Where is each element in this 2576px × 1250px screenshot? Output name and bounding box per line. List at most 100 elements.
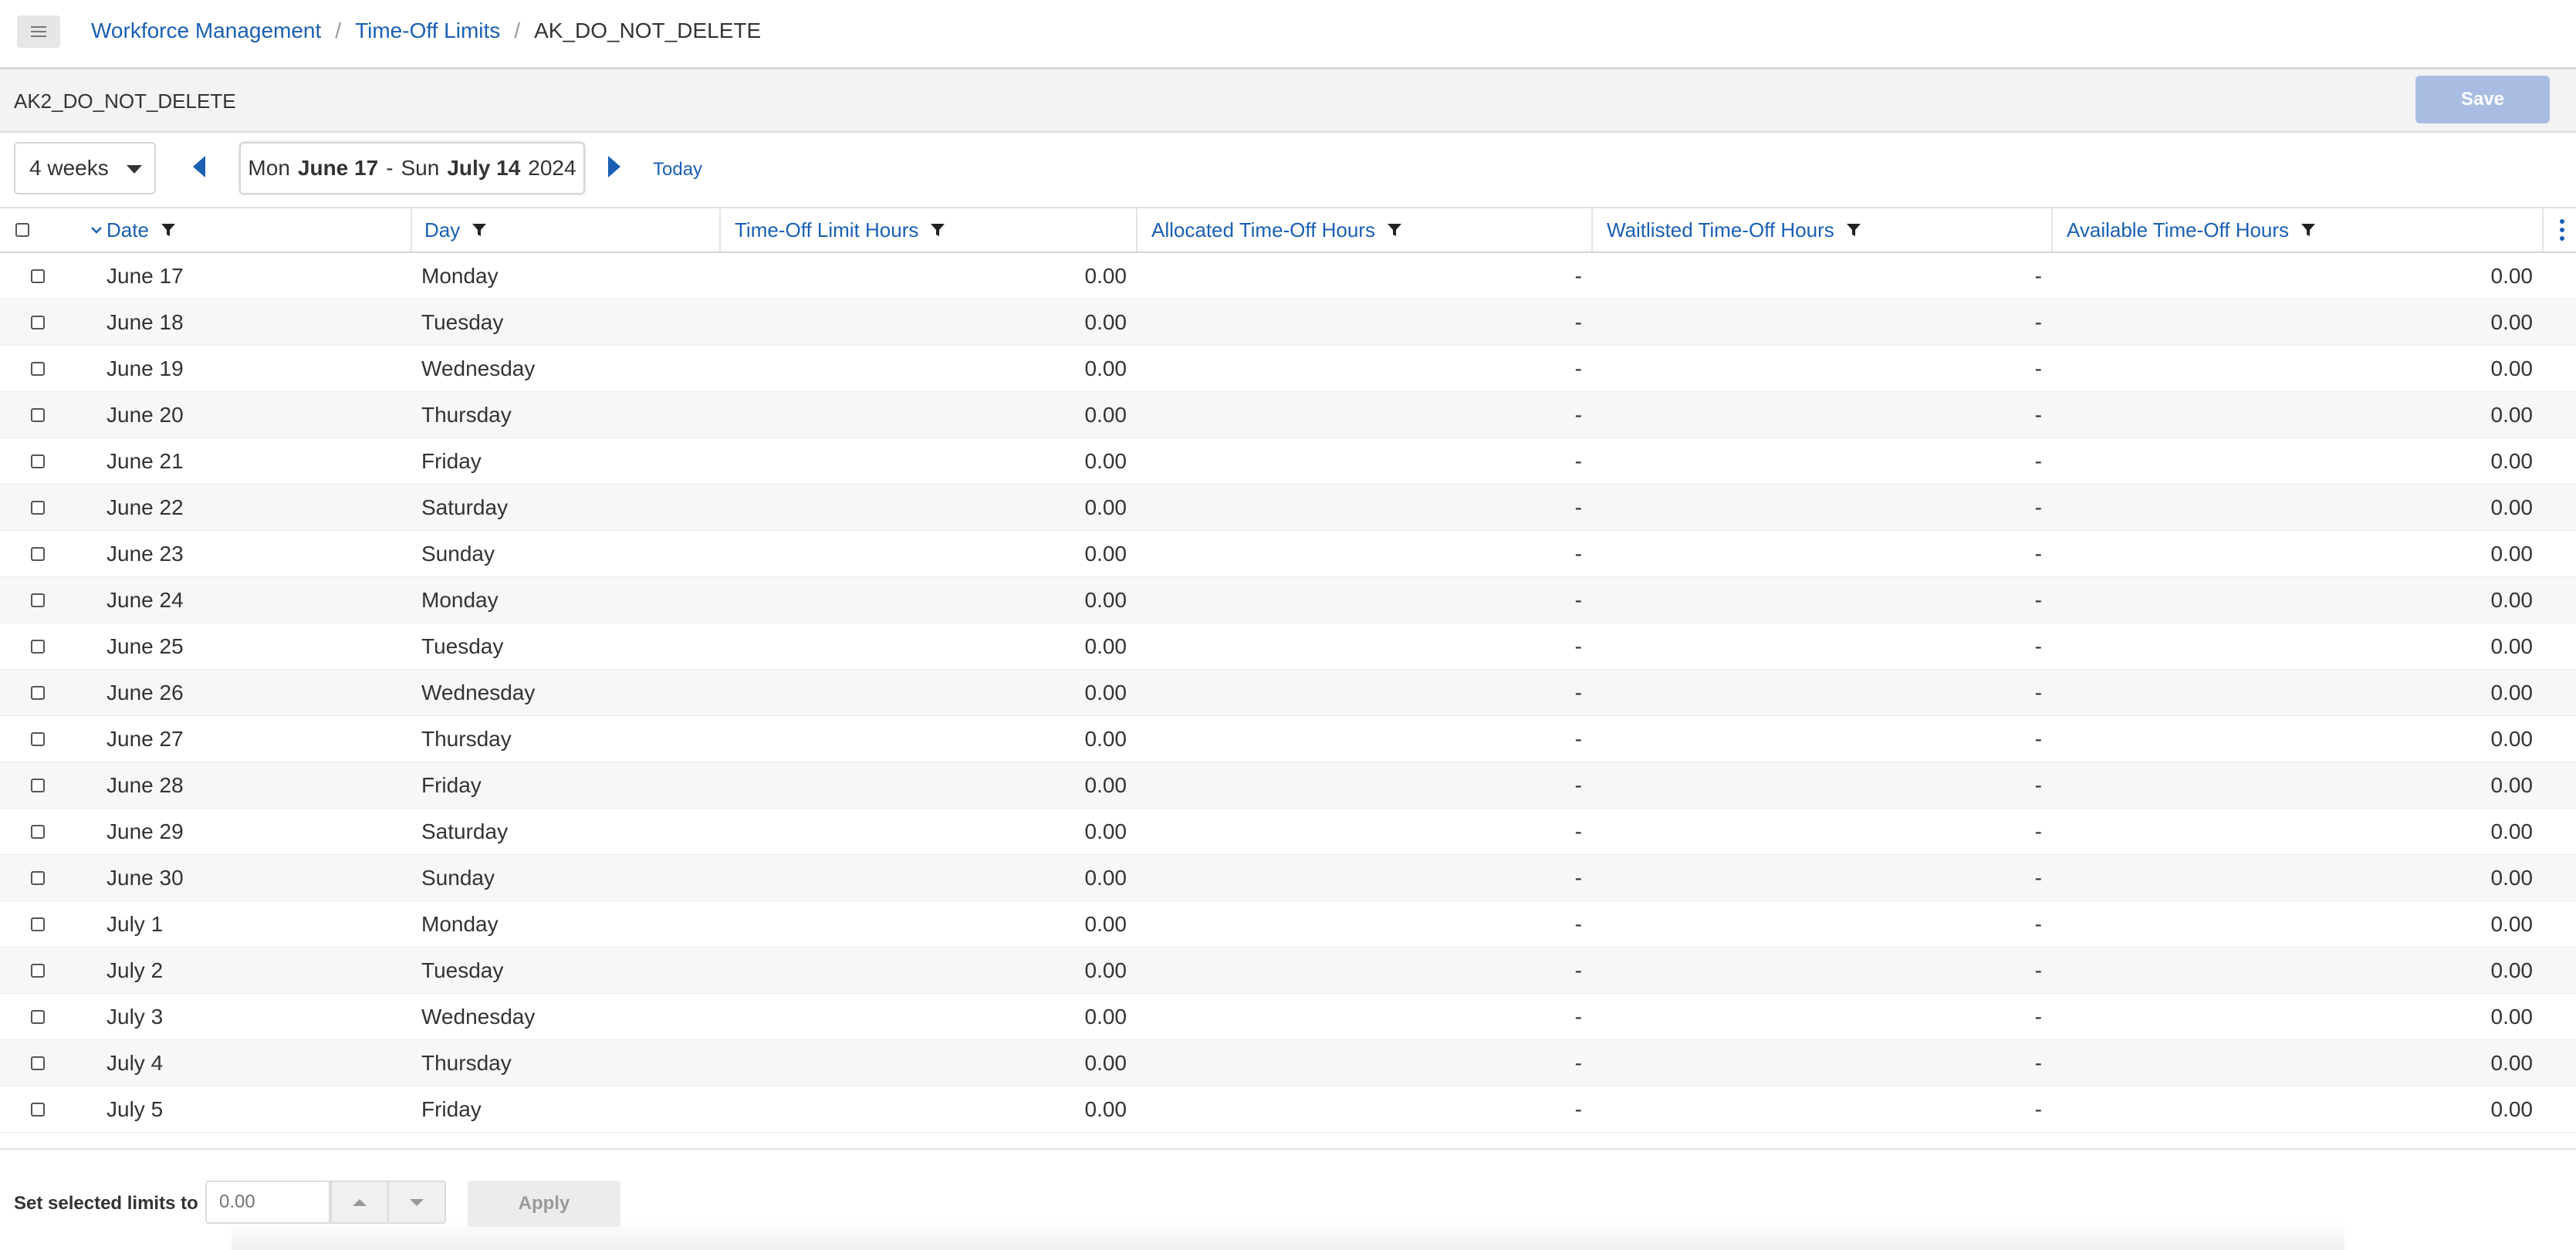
cell-date: June 22 <box>106 495 184 519</box>
cell-waitlisted-hours: - <box>2034 1005 2042 1029</box>
cell-date: June 25 <box>106 634 184 658</box>
table-row[interactable]: July 1 Monday 0.00 - - 0.00 <box>0 901 2576 948</box>
table-row[interactable]: June 19 Wednesday 0.00 - - 0.00 <box>0 346 2576 392</box>
next-period-icon[interactable] <box>608 156 620 177</box>
table-row[interactable]: June 25 Tuesday 0.00 - - 0.00 <box>0 623 2576 670</box>
row-checkbox[interactable] <box>31 269 45 283</box>
cell-waitlisted-hours: - <box>2034 403 2042 427</box>
table-row[interactable]: July 3 Wednesday 0.00 - - 0.00 <box>0 994 2576 1040</box>
menu-button[interactable] <box>17 15 60 48</box>
table-row[interactable]: June 24 Monday 0.00 - - 0.00 <box>0 577 2576 623</box>
cell-date: June 28 <box>106 773 184 797</box>
table-row[interactable]: June 29 Saturday 0.00 - - 0.00 <box>0 809 2576 855</box>
table-row[interactable]: June 18 Tuesday 0.00 - - 0.00 <box>0 299 2576 346</box>
row-checkbox-cell <box>31 1040 51 1086</box>
today-link[interactable]: Today <box>653 159 702 181</box>
table-row[interactable]: June 21 Friday 0.00 - - 0.00 <box>0 438 2576 485</box>
increment-button[interactable] <box>330 1181 389 1224</box>
row-checkbox[interactable] <box>31 501 45 515</box>
filter-icon[interactable] <box>2300 221 2317 238</box>
cell-allocated-hours: - <box>1574 866 1582 890</box>
row-checkbox[interactable] <box>31 779 45 792</box>
column-limit-hours[interactable]: Time-Off Limit Hours <box>719 208 1136 252</box>
cell-available-hours: 0.00 <box>2490 495 2534 519</box>
row-checkbox[interactable] <box>31 1103 45 1117</box>
limit-value-input[interactable] <box>205 1181 330 1224</box>
select-all-checkbox[interactable] <box>15 223 29 237</box>
table-row[interactable]: June 27 Thursday 0.00 - - 0.00 <box>0 716 2576 762</box>
row-checkbox[interactable] <box>31 593 45 607</box>
cell-day: Tuesday <box>421 634 504 658</box>
date-range-picker[interactable]: Mon June 17 - Sun July 14 2024 <box>239 142 585 194</box>
row-checkbox[interactable] <box>31 408 45 422</box>
row-checkbox[interactable] <box>31 686 45 700</box>
cell-allocated-hours: - <box>1574 1051 1582 1075</box>
row-checkbox[interactable] <box>31 917 45 931</box>
row-checkbox[interactable] <box>31 1056 45 1070</box>
decrement-button[interactable] <box>387 1181 446 1224</box>
cell-limit-hours: 0.00 <box>1084 1051 1127 1075</box>
period-select[interactable]: 4 weeks <box>14 142 156 194</box>
cell-limit-hours: 0.00 <box>1084 264 1127 288</box>
row-checkbox[interactable] <box>31 640 45 654</box>
cell-allocated-hours: - <box>1574 588 1582 612</box>
table-row[interactable]: July 2 Tuesday 0.00 - - 0.00 <box>0 948 2576 994</box>
table-row[interactable]: June 20 Thursday 0.00 - - 0.00 <box>0 392 2576 438</box>
cell-waitlisted-hours: - <box>2034 542 2042 566</box>
cell-waitlisted-hours: - <box>2034 588 2042 612</box>
column-day[interactable]: Day <box>411 208 719 252</box>
cell-allocated-hours: - <box>1574 958 1582 982</box>
row-checkbox[interactable] <box>31 316 45 329</box>
row-checkbox[interactable] <box>31 362 45 376</box>
cell-waitlisted-hours: - <box>2034 958 2042 982</box>
column-menu[interactable] <box>2542 208 2576 252</box>
column-waitlisted-hours[interactable]: Waitlisted Time-Off Hours <box>1591 208 2051 252</box>
cell-day: Friday <box>421 1097 482 1121</box>
column-date[interactable]: Date <box>90 208 411 252</box>
cell-waitlisted-hours: - <box>2034 773 2042 797</box>
row-checkbox[interactable] <box>31 547 45 561</box>
breadcrumb-workforce-management[interactable]: Workforce Management <box>91 19 321 43</box>
row-checkbox-cell <box>31 485 51 531</box>
sort-chevron-down-icon[interactable] <box>90 225 103 235</box>
column-allocated-label: Allocated Time-Off Hours <box>1151 218 1375 242</box>
kebab-vertical-icon[interactable] <box>2559 219 2565 241</box>
breadcrumb-time-off-limits[interactable]: Time-Off Limits <box>355 19 500 43</box>
cell-day: Saturday <box>421 495 509 519</box>
cell-available-hours: 0.00 <box>2490 773 2534 797</box>
apply-button[interactable]: Apply <box>468 1181 620 1227</box>
row-checkbox[interactable] <box>31 871 45 885</box>
cell-limit-hours: 0.00 <box>1084 634 1127 658</box>
table-row[interactable]: June 22 Saturday 0.00 - - 0.00 <box>0 485 2576 531</box>
cell-waitlisted-hours: - <box>2034 310 2042 334</box>
previous-period-icon[interactable] <box>193 156 205 177</box>
table-row[interactable]: July 5 Friday 0.00 - - 0.00 <box>0 1086 2576 1133</box>
filter-icon[interactable] <box>1386 221 1403 238</box>
table-row[interactable]: June 30 Sunday 0.00 - - 0.00 <box>0 855 2576 901</box>
table-row[interactable]: June 28 Friday 0.00 - - 0.00 <box>0 762 2576 809</box>
column-available-hours[interactable]: Available Time-Off Hours <box>2051 208 2542 252</box>
cell-available-hours: 0.00 <box>2490 1097 2534 1121</box>
cell-limit-hours: 0.00 <box>1084 588 1127 612</box>
row-checkbox[interactable] <box>31 825 45 839</box>
table-row[interactable]: June 26 Wednesday 0.00 - - 0.00 <box>0 670 2576 716</box>
column-waitlisted-label: Waitlisted Time-Off Hours <box>1607 218 1834 242</box>
cell-limit-hours: 0.00 <box>1084 866 1127 890</box>
column-allocated-hours[interactable]: Allocated Time-Off Hours <box>1136 208 1591 252</box>
row-checkbox[interactable] <box>31 732 45 746</box>
row-checkbox-cell <box>31 670 51 716</box>
table-row[interactable]: June 23 Sunday 0.00 - - 0.00 <box>0 531 2576 577</box>
row-checkbox[interactable] <box>31 964 45 978</box>
cell-limit-hours: 0.00 <box>1084 819 1127 843</box>
filter-icon[interactable] <box>160 221 177 238</box>
table-row[interactable]: July 4 Thursday 0.00 - - 0.00 <box>0 1040 2576 1086</box>
save-button[interactable]: Save <box>2415 76 2550 123</box>
row-checkbox[interactable] <box>31 1010 45 1024</box>
row-checkbox[interactable] <box>31 454 45 468</box>
filter-icon[interactable] <box>471 221 488 238</box>
range-dash: - <box>386 156 394 180</box>
filter-icon[interactable] <box>1845 221 1862 238</box>
table-row[interactable]: June 17 Monday 0.00 - - 0.00 <box>0 253 2576 299</box>
cell-date: June 23 <box>106 542 184 566</box>
filter-icon[interactable] <box>929 221 946 238</box>
